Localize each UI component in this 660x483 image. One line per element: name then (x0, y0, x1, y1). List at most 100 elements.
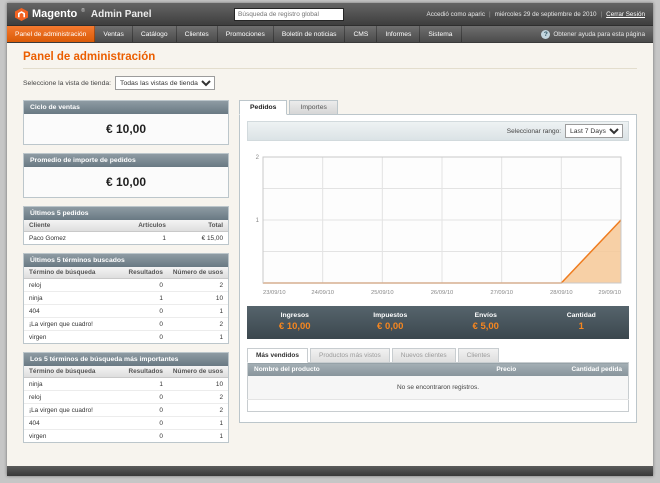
brand-name: Magento (32, 8, 78, 20)
table-row[interactable]: reloj 0 2 (24, 390, 228, 404)
table-cell: ¡La virgen que cuadro! (24, 317, 124, 331)
stat-label: Envíos (474, 312, 497, 319)
table-row[interactable]: reloj 0 2 (24, 278, 228, 292)
nav-item-cms[interactable]: CMS (345, 26, 378, 42)
empty-message: No se encontraron registros. (247, 376, 629, 400)
stat-tax: Impuestos € 0,00 (343, 312, 439, 332)
bestsellers-table: Nombre del producto Precio Cantidad pedi… (247, 362, 629, 412)
card-title: Promedio de importe de pedidos (24, 154, 228, 167)
nav-item-reports[interactable]: Informes (377, 26, 421, 42)
svg-text:23/09/10: 23/09/10 (263, 290, 286, 296)
footer-bar (7, 466, 653, 476)
table-cell: 0 (123, 403, 168, 417)
totals-bar: Ingresos € 10,00 Impuestos € 0,00 Envíos… (247, 306, 629, 339)
table-cell: 1 (123, 377, 168, 391)
stat-value: € 5,00 (472, 321, 499, 332)
stat-quantity: Cantidad 1 (534, 312, 630, 332)
top-search-terms-table: Término de búsqueda Resultados Número de… (24, 366, 228, 442)
table-row[interactable]: 404 0 1 (24, 304, 228, 318)
column-header: Artículos (126, 220, 171, 232)
table-cell: 10 (167, 291, 228, 305)
card-title: Últimos 5 términos buscados (24, 254, 228, 267)
column-header: Resultados (123, 267, 168, 279)
column-header: Número de usos (167, 267, 228, 279)
table-row[interactable]: ¡La virgen que cuadro! 0 2 (24, 403, 228, 417)
help-icon: ? (541, 29, 551, 39)
svg-text:2: 2 (256, 155, 260, 161)
nav-item-sales[interactable]: Ventas (95, 26, 133, 42)
help-label: Obtener ayuda para esta página (553, 30, 645, 38)
store-view-select[interactable]: Todas las vistas de tienda (115, 76, 216, 90)
stat-label: Cantidad (566, 312, 596, 319)
table-row[interactable]: virgen 0 1 (24, 330, 228, 343)
table-row[interactable]: ninja 1 10 (24, 377, 228, 391)
range-select[interactable]: Last 7 Days (565, 124, 623, 138)
column-header: Nombre del producto (247, 362, 469, 376)
empty-row (247, 399, 629, 412)
table-row[interactable]: ¡La virgen que cuadro! 0 2 (24, 317, 228, 331)
table-cell: reloj (24, 390, 124, 404)
svg-text:25/09/10: 25/09/10 (371, 290, 394, 296)
magento-logo-icon (15, 7, 28, 21)
table-cell: 1 (167, 429, 228, 442)
column-header: Cliente (24, 220, 127, 232)
separator: | (488, 10, 491, 18)
header-bar: Magento ® Admin Panel Accedió como apari… (7, 3, 653, 26)
column-header: Resultados (123, 366, 168, 378)
tab-orders[interactable]: Pedidos (239, 100, 288, 115)
nav-item-dashboard[interactable]: Panel de administración (7, 26, 96, 42)
table-cell: 1 (167, 304, 228, 318)
card-title: Últimos 5 pedidos (24, 207, 228, 220)
svg-text:27/09/10: 27/09/10 (490, 290, 513, 296)
nav-item-system[interactable]: Sistema (420, 26, 462, 42)
table-row[interactable]: 404 0 1 (24, 416, 228, 430)
stat-shipping: Envíos € 5,00 (438, 312, 534, 332)
svg-text:28/09/10: 28/09/10 (550, 290, 573, 296)
nav-item-newsletter[interactable]: Boletín de noticias (274, 26, 346, 42)
average-orders-value: € 10,00 (24, 167, 228, 197)
session-info: Accedió como aparic | miércoles 29 de se… (427, 11, 645, 18)
tab-most-viewed[interactable]: Productos más vistos (309, 348, 390, 363)
store-view-label: Seleccione la vista de tienda: (23, 79, 112, 87)
stat-revenue: Ingresos € 10,00 (247, 312, 343, 332)
brand-suffix: Admin Panel (90, 8, 152, 20)
logged-in-text: Accedió como aparic (426, 10, 485, 18)
table-cell: 1 (123, 291, 168, 305)
table-cell: 2 (167, 390, 228, 404)
last-search-terms-table: Término de búsqueda Resultados Número de… (24, 267, 228, 343)
tab-new-customers[interactable]: Nuevos clientes (391, 348, 456, 363)
registered-mark: ® (81, 8, 85, 14)
table-cell: 2 (167, 317, 228, 331)
page-title: Panel de administración (23, 51, 156, 63)
global-search-input[interactable] (234, 7, 345, 21)
chart-tabs: Pedidos Importes (239, 100, 637, 115)
table-row[interactable]: virgen 0 1 (24, 429, 228, 442)
nav-item-catalog[interactable]: Catálogo (133, 26, 177, 42)
top-search-terms-card: Los 5 términos de búsqueda más important… (23, 352, 229, 443)
stat-value: € 0,00 (377, 321, 404, 332)
column-header: Precio (468, 362, 523, 376)
table-row[interactable]: ninja 1 10 (24, 291, 228, 305)
tab-bestsellers[interactable]: Más vendidos (247, 348, 308, 363)
tab-amounts[interactable]: Importes (289, 100, 338, 115)
table-cell: € 15,00 (170, 231, 228, 244)
column-header: Total (170, 220, 228, 232)
nav-item-customers[interactable]: Clientes (177, 26, 218, 42)
column-header: Número de usos (167, 366, 228, 378)
tab-customers[interactable]: Clientes (457, 348, 500, 363)
nav-item-promotions[interactable]: Promociones (218, 26, 274, 42)
chart-panel: Seleccionar rango: Last 7 Days 1 2 23/09/1… (239, 114, 637, 423)
dashboard-columns: Ciclo de ventas € 10,00 Promedio de impo… (23, 100, 637, 443)
table-cell: ninja (24, 377, 124, 391)
table-cell: Paco Gomez (24, 231, 127, 244)
orders-chart: 1 2 23/09/10 24/09/10 25/09/10 26/09/10 27/09/… (247, 147, 629, 302)
content-area: Panel de administración Seleccione la vi… (7, 43, 653, 466)
help-link[interactable]: ? Obtener ayuda para esta página (533, 26, 653, 42)
table-cell: 1 (167, 330, 228, 343)
magento-admin-page: Magento ® Admin Panel Accedió como apari… (7, 3, 653, 476)
table-row[interactable]: Paco Gomez 1 € 15,00 (24, 231, 228, 244)
table-cell: 10 (167, 377, 228, 391)
column-header: Término de búsqueda (24, 366, 124, 378)
table-cell: ninja (24, 291, 124, 305)
logout-link[interactable]: Cerrar Sesión (606, 11, 645, 18)
